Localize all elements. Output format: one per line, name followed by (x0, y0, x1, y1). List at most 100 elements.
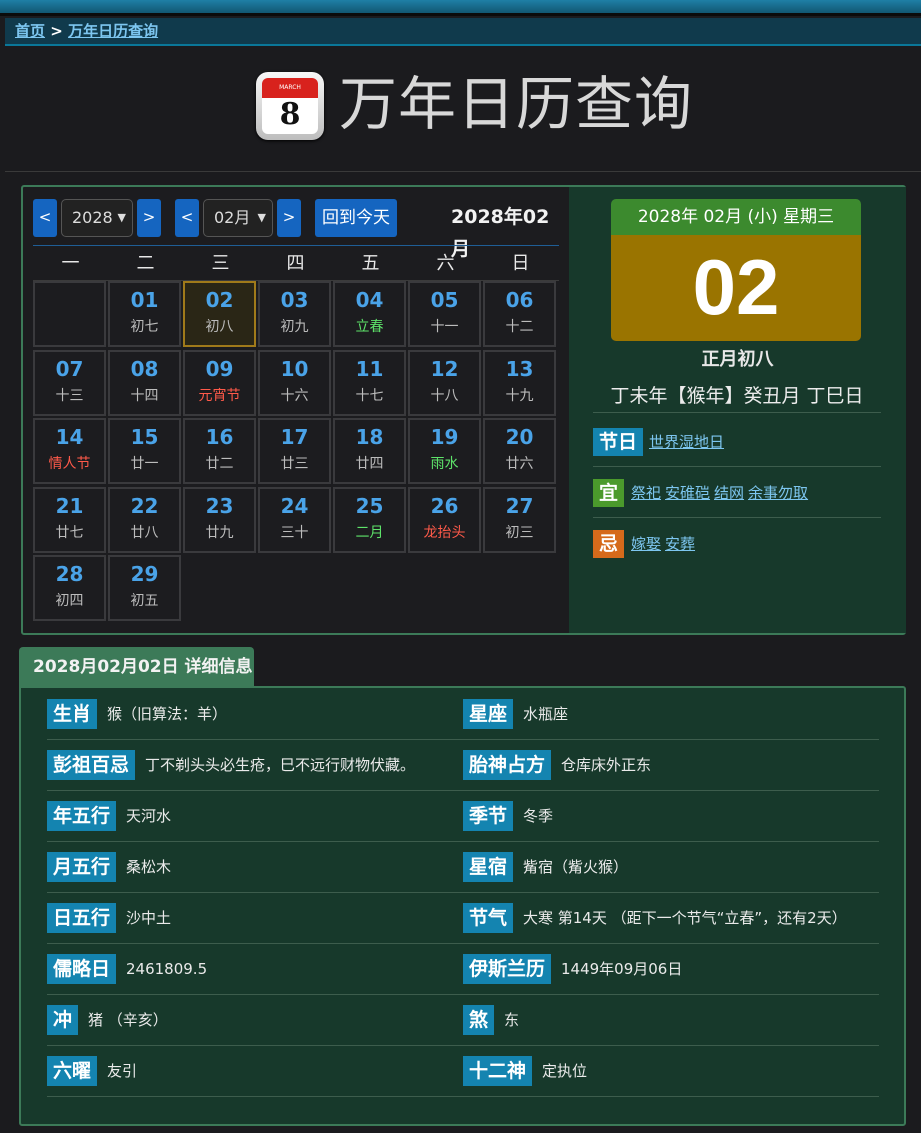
breadcrumb: 首页 > 万年日历查询 (5, 18, 921, 46)
weekday-label: 一 (61, 253, 80, 274)
calendar-day-cell[interactable]: 20 廿六 (483, 418, 556, 484)
lunar-day-label: 廿九 (205, 524, 234, 541)
day-number: 09 (205, 356, 234, 381)
calendar-day-cell[interactable]: 29 初五 (108, 555, 181, 621)
ganzhi-text: 丁未年【猴年】癸丑月 丁巳日 (593, 382, 881, 413)
back-to-today-button[interactable]: 回到今天 (315, 199, 397, 237)
calendar-day-cell[interactable]: 07 十三 (33, 349, 106, 416)
day-number: 26 (430, 493, 459, 518)
ji-link[interactable]: 嫁娶 (631, 535, 661, 553)
month-select[interactable]: 02月 ▼ (203, 199, 273, 237)
calendar-day-cell[interactable]: 16 廿二 (183, 418, 256, 484)
detail-value: 水瓶座 (523, 705, 569, 723)
prev-month-button[interactable]: < (175, 199, 199, 237)
detail-value: 沙中土 (126, 909, 172, 927)
lunar-day-label: 廿七 (55, 524, 84, 541)
lunar-day-label: 十三 (55, 387, 84, 404)
lunar-day-label: 初四 (55, 593, 84, 609)
calendar-day-cell[interactable]: 11 十七 (333, 349, 406, 416)
detail-row: 十二神 定执位 (463, 1046, 879, 1097)
lunar-day-label: 十九 (505, 387, 534, 404)
day-number: 24 (280, 493, 309, 518)
calendar-day-cell[interactable]: 15 廿一 (108, 418, 181, 484)
detail-row: 生肖 猴（旧算法：羊） (47, 689, 465, 740)
detail-key: 星座 (463, 699, 514, 729)
ji-tag: 忌 (593, 530, 625, 558)
next-year-button[interactable]: > (137, 199, 161, 237)
calendar-day-cell[interactable]: 18 廿四 (333, 418, 406, 484)
day-number: 12 (430, 356, 459, 381)
detail-value: 冬季 (523, 807, 554, 825)
calendar-day-cell[interactable]: 22 廿八 (108, 486, 181, 553)
day-info-panel: 2028年 02月 (小) 星期三 02 正月初八 丁未年【猴年】癸丑月 丁巳日… (569, 187, 906, 633)
detail-row: 胎神占方 仓库床外正东 (463, 740, 879, 791)
detail-key: 节气 (463, 903, 514, 933)
day-number: 06 (505, 288, 534, 312)
calendar-day-cell[interactable]: 17 廿三 (258, 418, 331, 484)
calendar-day-cell[interactable]: 10 十六 (258, 349, 331, 416)
calendar-day-cell[interactable]: 23 廿九 (183, 486, 256, 553)
month-select-value: 02月 (214, 208, 251, 227)
calendar-day-cell[interactable]: 02 初八 (183, 281, 256, 347)
detail-key: 年五行 (47, 801, 117, 831)
yi-link[interactable]: 祭祀 (631, 484, 661, 502)
calendar-day-cell[interactable]: 28 初四 (33, 555, 106, 621)
lunar-day-label: 情人节 (48, 456, 91, 472)
breadcrumb-separator: > (50, 22, 63, 40)
day-number: 03 (280, 288, 309, 312)
prev-year-button[interactable]: < (33, 199, 57, 237)
year-select[interactable]: 2028 ▼ (61, 199, 133, 237)
lunar-day-label: 初九 (280, 319, 309, 335)
yi-link[interactable]: 安碓硙 (665, 484, 710, 502)
yi-link[interactable]: 余事勿取 (748, 484, 808, 502)
calendar-day-cell[interactable]: 13 十九 (483, 349, 556, 416)
calendar-day-cell[interactable]: 09 元宵节 (183, 349, 256, 416)
breadcrumb-home-link[interactable]: 首页 (15, 22, 45, 40)
breadcrumb-current-link[interactable]: 万年日历查询 (68, 22, 158, 40)
lunar-day-label: 初七 (130, 319, 159, 335)
calendar-day-cell[interactable]: 04 立春 (333, 281, 406, 347)
detail-row: 季节 冬季 (463, 791, 879, 842)
chevron-down-icon: ▼ (117, 211, 126, 224)
calendar-day-cell[interactable]: 14 情人节 (33, 418, 106, 484)
calendar-day-cell[interactable]: 21 廿七 (33, 486, 106, 553)
detail-value: 觜宿（觜火猴） (523, 858, 629, 876)
lunar-day-label: 初五 (130, 593, 159, 609)
detail-row: 星宿 觜宿（觜火猴） (463, 842, 879, 893)
next-month-button[interactable]: > (277, 199, 301, 237)
ji-link[interactable]: 安葬 (665, 535, 695, 553)
calendar-day-cell[interactable]: 01 初七 (108, 281, 181, 347)
calendar-icon: MARCH 8 (256, 72, 324, 140)
day-number: 20 (505, 425, 534, 449)
calendar-day-cell[interactable]: 24 三十 (258, 486, 331, 553)
calendar-day-cell[interactable]: 08 十四 (108, 349, 181, 416)
detail-row: 月五行 桑松木 (47, 842, 465, 893)
month-calendar: < 2028 ▼ > < 02月 ▼ > 回到今天 2028年02月 一 二 三 四… (33, 197, 559, 627)
calendar-day-cell[interactable]: 12 十八 (408, 349, 481, 416)
day-number: 16 (205, 425, 234, 449)
festival-link[interactable]: 世界湿地日 (649, 433, 724, 451)
lunar-day-label: 廿三 (280, 456, 309, 472)
yi-link[interactable]: 结网 (714, 484, 744, 502)
detail-row: 儒略日 2461809.5 (47, 944, 465, 995)
calendar-day-cell[interactable]: 19 雨水 (408, 418, 481, 484)
detail-row: 六曜 友引 (47, 1046, 465, 1097)
calendar-day-cell[interactable]: 27 初三 (483, 486, 556, 553)
detail-key: 伊斯兰历 (463, 954, 552, 984)
selected-day-number: 02 (611, 235, 861, 341)
detail-tab[interactable]: 2028月02月02日 详细信息 (19, 647, 254, 687)
lunar-day-label: 初三 (505, 524, 534, 541)
calendar-day-cell[interactable]: 03 初九 (258, 281, 331, 347)
yi-links: 祭祀 安碓硙 结网 余事勿取 (631, 482, 812, 504)
calendar-day-cell[interactable]: 26 龙抬头 (408, 486, 481, 553)
day-number: 22 (130, 493, 159, 518)
calendar-panel: < 2028 ▼ > < 02月 ▼ > 回到今天 2028年02月 一 二 三 四… (21, 185, 906, 635)
detail-value: 桑松木 (126, 858, 172, 876)
calendar-day-cell[interactable]: 06 十二 (483, 281, 556, 347)
lunar-day-label: 元宵节 (198, 387, 241, 404)
day-number: 27 (505, 493, 534, 518)
calendar-day-cell[interactable]: 05 十一 (408, 281, 481, 347)
calendar-day-cell[interactable]: 25 二月 (333, 486, 406, 553)
lunar-day-label: 立春 (355, 319, 384, 335)
day-number: 02 (205, 288, 234, 312)
